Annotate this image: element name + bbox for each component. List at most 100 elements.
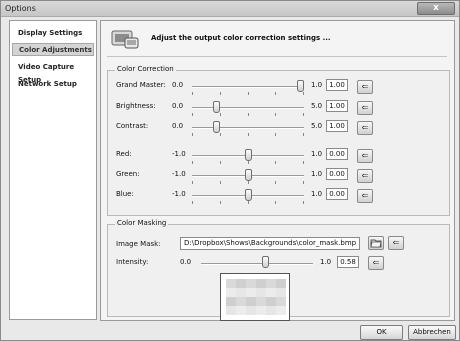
preview-cell [226,306,236,315]
slider-tick [275,92,277,95]
slider-tick [219,113,221,116]
preview-cell [256,279,266,288]
slider-thumb[interactable] [297,80,304,92]
slider-min-label: -1.0 [172,150,186,158]
sidebar-item-display-settings[interactable]: Display Settings [12,27,94,40]
slider-tick [247,181,249,184]
slider-tick [303,161,304,164]
slider-tick [192,113,193,116]
display-settings-icon [111,30,139,49]
slider-label: Brightness: [116,102,156,110]
preview-cell [246,279,256,288]
slider-ticks [192,113,304,116]
sidebar-item-network-setup[interactable]: Network Setup [12,78,94,91]
image-mask-reset-button[interactable]: ⇐ [388,236,404,250]
window-title: Options [5,4,36,13]
slider-min-label: -1.0 [172,170,186,178]
folder-open-icon [370,239,382,248]
ok-button[interactable]: OK [360,325,403,340]
slider-min-label: 0.0 [172,102,184,110]
slider-tick [219,161,221,164]
slider-reset-button[interactable]: ⇐ [357,149,373,163]
arrow-left-icon: ⇐ [361,103,369,112]
preview-cell [266,288,276,297]
slider-label: Grand Master: [116,81,166,89]
preview-cell [246,306,256,315]
preview-cell [266,279,276,288]
slider-thumb[interactable] [213,101,220,113]
slider-label: Red: [116,150,132,158]
slider-min-label: 0.0 [172,81,184,89]
slider-label: Blue: [116,190,134,198]
intensity-reset-button[interactable]: ⇐ [368,256,384,270]
preview-cell [266,306,276,315]
slider-reset-button[interactable]: ⇐ [357,121,373,135]
preview-cell [236,288,246,297]
slider-tick [219,133,221,136]
arrow-left-icon: ⇐ [392,238,400,247]
preview-cell [266,297,276,306]
slider-tick [275,181,277,184]
slider-ticks [192,161,304,164]
slider-tick [275,113,277,116]
intensity-max-label: 1.0 [320,258,332,266]
browse-button[interactable] [368,236,384,250]
slider-tick [192,201,193,204]
intensity-value-field[interactable]: 0.58 [337,256,359,268]
slider-tick [303,201,304,204]
slider-tick [303,181,304,184]
close-button[interactable]: x [417,2,455,15]
preview-cell [236,279,246,288]
preview-cell [276,297,286,306]
slider-tick [303,113,304,116]
slider-reset-button[interactable]: ⇐ [357,169,373,183]
slider-thumb[interactable] [244,189,252,201]
slider-label: Green: [116,170,140,178]
color-correction-title: Color Correction [115,65,176,73]
intensity-slider-track [201,263,313,265]
header-text: Adjust the output color correction setti… [151,34,331,42]
slider-max-label: 5.0 [311,122,323,130]
slider-max-label: 1.0 [311,170,323,178]
slider-value-field[interactable]: 0.00 [326,148,348,160]
color-masking-title: Color Masking [115,219,169,227]
slider-value-field[interactable]: 0.00 [326,188,348,200]
preview-cell [226,297,236,306]
slider-tick [192,92,193,95]
slider-min-label: 0.0 [172,122,184,130]
slider-reset-button[interactable]: ⇐ [357,80,373,94]
cancel-button[interactable]: Abbrechen [408,325,456,340]
sidebar-item-color-adjustments[interactable]: Color Adjustments [12,43,94,56]
arrow-left-icon: ⇐ [372,258,380,267]
slider-value-field[interactable]: 1.00 [326,79,348,91]
slider-value-field[interactable]: 1.00 [326,120,348,132]
arrow-left-icon: ⇐ [361,123,369,132]
slider-value-field[interactable]: 1.00 [326,100,348,112]
slider-track [192,107,304,109]
slider-max-label: 1.0 [311,150,323,158]
mask-preview-image [220,273,290,321]
preview-cell [256,297,266,306]
slider-thumb[interactable] [213,121,220,133]
slider-value-field[interactable]: 0.00 [326,168,348,180]
arrow-left-icon: ⇐ [361,82,369,91]
header-divider [107,56,447,57]
slider-reset-button[interactable]: ⇐ [357,101,373,115]
slider-label: Contrast: [116,122,149,130]
slider-track [192,127,304,129]
slider-reset-button[interactable]: ⇐ [357,189,373,203]
slider-ticks [192,133,304,136]
slider-tick [303,92,304,95]
intensity-label: Intensity: [116,258,149,266]
options-window: Options x Display Settings Color Adjustm… [0,0,460,341]
slider-tick [275,161,277,164]
slider-thumb[interactable] [244,169,252,181]
preview-cell [256,306,266,315]
intensity-slider-thumb[interactable] [261,256,269,268]
slider-thumb[interactable] [244,149,252,161]
sidebar-item-video-capture-setup[interactable]: Video Capture Setup [12,61,94,84]
preview-cell [226,279,236,288]
title-bar[interactable]: Options x [1,1,459,17]
image-mask-path-field[interactable]: D:\Dropbox\Shows\Backgrounds\color_mask.… [180,237,360,250]
slider-tick [192,181,193,184]
